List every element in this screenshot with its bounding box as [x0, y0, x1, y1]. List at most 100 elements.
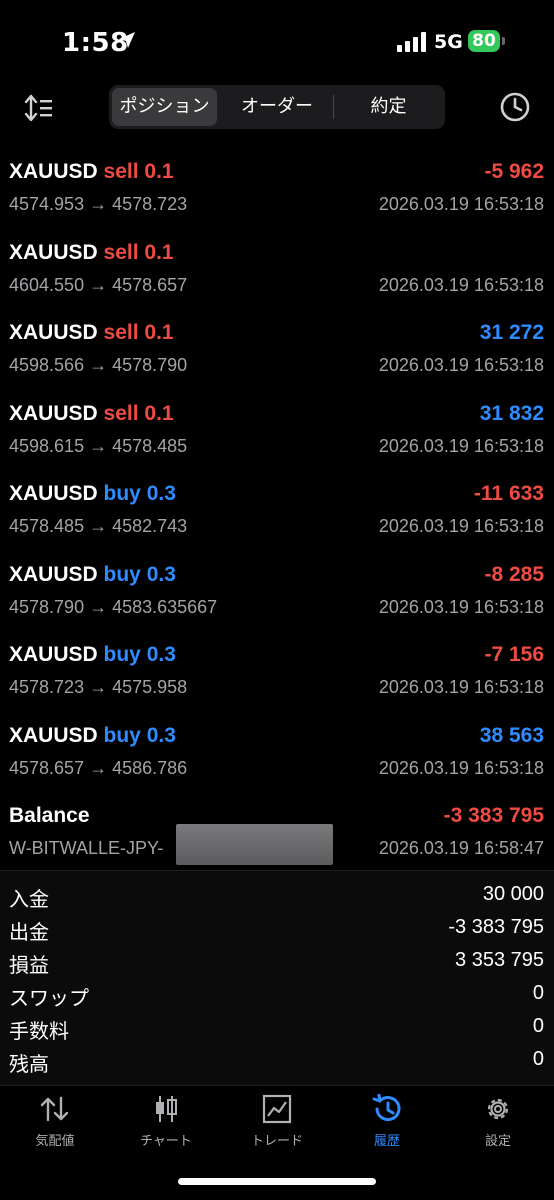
trade-prices: 4604.550 → 4578.657 — [9, 274, 188, 295]
summary-label: 手数料 — [9, 1021, 69, 1043]
trade-symbol-line: XAUUSD buy 0.3 — [9, 724, 176, 748]
tab-label: 気配値 — [35, 1134, 75, 1149]
tab-history[interactable]: 履歴 — [332, 1094, 442, 1154]
tab-orders[interactable]: オーダー — [223, 88, 331, 126]
summary-panel: 入金 30 000 出金 -3 383 795 損益 3 353 795 スワップ 0 … — [0, 870, 554, 1086]
trade-prices: 4574.953 → 4578.723 — [9, 194, 188, 214]
trade-date: 2026.03.19 16:53:18 — [378, 596, 544, 617]
trade-row[interactable]: XAUUSD buy 0.3 -7 156 4578.723 → 4575.95… — [0, 637, 554, 718]
candlestick-icon — [156, 1096, 177, 1122]
summary-value: 0 — [532, 1048, 544, 1070]
trade-profit: -8 285 — [484, 562, 544, 586]
trade-profit: 38 563 — [479, 723, 544, 747]
trade-symbol-line: XAUUSD sell 0.1 — [9, 321, 174, 345]
summary-row-balance: 残高 0 — [0, 1044, 554, 1077]
gear-icon — [487, 1098, 509, 1120]
tab-quotes[interactable]: 気配値 — [0, 1094, 110, 1154]
trade-symbol-line: XAUUSD sell 0.1 — [9, 241, 174, 265]
trade-side: buy 0.3 — [103, 482, 176, 505]
clock-icon[interactable] — [499, 91, 531, 123]
trade-row[interactable]: XAUUSD buy 0.3 -11 633 4578.485 → 4582.7… — [0, 476, 554, 557]
trade-date: 2026.03.19 16:53:18 — [378, 274, 544, 295]
summary-label: 出金 — [9, 922, 49, 944]
tab-label: チャート — [140, 1134, 192, 1149]
summary-label: 損益 — [9, 955, 49, 977]
trade-chart-icon — [262, 1094, 292, 1124]
trade-prices: 4598.566 → 4578.790 — [9, 355, 188, 375]
trade-symbol: XAUUSD — [9, 643, 98, 666]
balance-label: Balance — [9, 804, 90, 827]
trade-side: buy 0.3 — [103, 723, 176, 747]
trade-prices: 4578.485 → 4582.743 — [9, 516, 188, 536]
trade-symbol: XAUUSD — [9, 321, 98, 344]
summary-row-deposit: 入金 30 000 — [0, 879, 554, 912]
trade-side: sell 0.1 — [103, 321, 174, 344]
trade-symbol: XAUUSD — [9, 240, 98, 264]
summary-value: 0 — [532, 982, 544, 1004]
trade-list: XAUUSD sell 0.1 -5 962 4574.953 → 4578.7… — [0, 154, 554, 879]
summary-label: 残高 — [9, 1054, 49, 1076]
summary-label: 入金 — [9, 889, 49, 911]
trade-prices: 4578.790 → 4583.635667 — [9, 596, 218, 617]
home-indicator — [178, 1178, 376, 1185]
trade-date: 2026.03.19 16:53:18 — [378, 677, 544, 697]
trade-row[interactable]: XAUUSD buy 0.3 38 563 4578.657 → 4586.78… — [0, 718, 554, 799]
trade-symbol: XAUUSD — [9, 160, 98, 183]
trade-row[interactable]: XAUUSD sell 0.1 31 832 4598.615 → 4578.4… — [0, 396, 554, 477]
trade-side: sell 0.1 — [103, 160, 174, 183]
history-icon — [372, 1094, 401, 1122]
summary-value: 0 — [532, 1015, 544, 1037]
battery-level: 80 — [472, 31, 496, 51]
summary-value: 30 000 — [482, 883, 544, 905]
trade-symbol-line: XAUUSD buy 0.3 — [9, 563, 176, 587]
trade-symbol: XAUUSD — [9, 723, 98, 747]
trade-profit: 31 272 — [479, 321, 544, 344]
balance-account: W-BITWALLE-JPY- — [9, 838, 164, 858]
trade-date: 2026.03.19 16:53:18 — [378, 435, 544, 456]
tab-label: 設定 — [484, 1134, 511, 1149]
trade-row[interactable]: XAUUSD sell 0.1 31 272 4598.566 → 4578.7… — [0, 315, 554, 396]
network-type: 5G — [434, 31, 463, 53]
trade-profit: -5 962 — [484, 160, 544, 183]
trade-row[interactable]: XAUUSD buy 0.3 -8 285 4578.790 → 4583.63… — [0, 557, 554, 638]
quotes-arrows-icon — [40, 1096, 69, 1122]
trade-symbol-line: XAUUSD sell 0.1 — [9, 402, 174, 426]
tab-trade[interactable]: トレード — [222, 1094, 332, 1154]
status-bar: 1:58 5G 80 — [0, 0, 554, 84]
trade-symbol: XAUUSD — [9, 401, 98, 425]
trade-side: sell 0.1 — [103, 240, 174, 264]
summary-row-withdrawal: 出金 -3 383 795 — [0, 912, 554, 945]
summary-value: 3 353 795 — [455, 949, 544, 971]
trade-profit: -11 633 — [473, 482, 544, 505]
trade-symbol: XAUUSD — [9, 562, 98, 586]
tab-positions[interactable]: ポジション — [112, 88, 217, 126]
segmented-control: ポジション オーダー 約定 — [109, 85, 445, 129]
trade-row[interactable]: XAUUSD sell 0.1 4604.550 → 4578.657 2026… — [0, 235, 554, 316]
tab-deals[interactable]: 約定 — [335, 88, 442, 126]
summary-row-commission: 手数料 0 — [0, 1011, 554, 1044]
trade-side: buy 0.3 — [103, 562, 176, 586]
tab-settings[interactable]: 設定 — [443, 1094, 553, 1154]
sort-icon[interactable] — [24, 92, 56, 124]
tab-chart[interactable]: チャート — [111, 1094, 221, 1154]
battery-icon: 80 — [468, 30, 500, 52]
segment-divider — [333, 95, 334, 119]
trade-symbol: XAUUSD — [9, 482, 98, 505]
trade-symbol-line: XAUUSD buy 0.3 — [9, 482, 176, 506]
trade-date: 2026.03.19 16:53:18 — [378, 194, 544, 214]
trade-prices: 4598.615 → 4578.485 — [9, 435, 188, 456]
summary-value: -3 383 795 — [448, 916, 544, 938]
location-arrow-icon — [119, 32, 135, 48]
tab-label: トレード — [250, 1134, 303, 1149]
tab-label: 履歴 — [373, 1134, 400, 1149]
trade-symbol-line: XAUUSD sell 0.1 — [9, 160, 174, 184]
trade-symbol-line: XAUUSD buy 0.3 — [9, 643, 176, 667]
trade-date: 2026.03.19 16:53:18 — [378, 516, 544, 536]
balance-amount: -3 383 795 — [443, 804, 544, 827]
summary-label: スワップ — [9, 988, 89, 1010]
trade-row[interactable]: XAUUSD sell 0.1 -5 962 4574.953 → 4578.7… — [0, 154, 554, 235]
cellular-signal-icon — [397, 32, 426, 52]
summary-row-profit: 損益 3 353 795 — [0, 945, 554, 978]
trade-prices: 4578.723 → 4575.958 — [9, 677, 188, 697]
trade-profit: 31 832 — [479, 401, 544, 425]
